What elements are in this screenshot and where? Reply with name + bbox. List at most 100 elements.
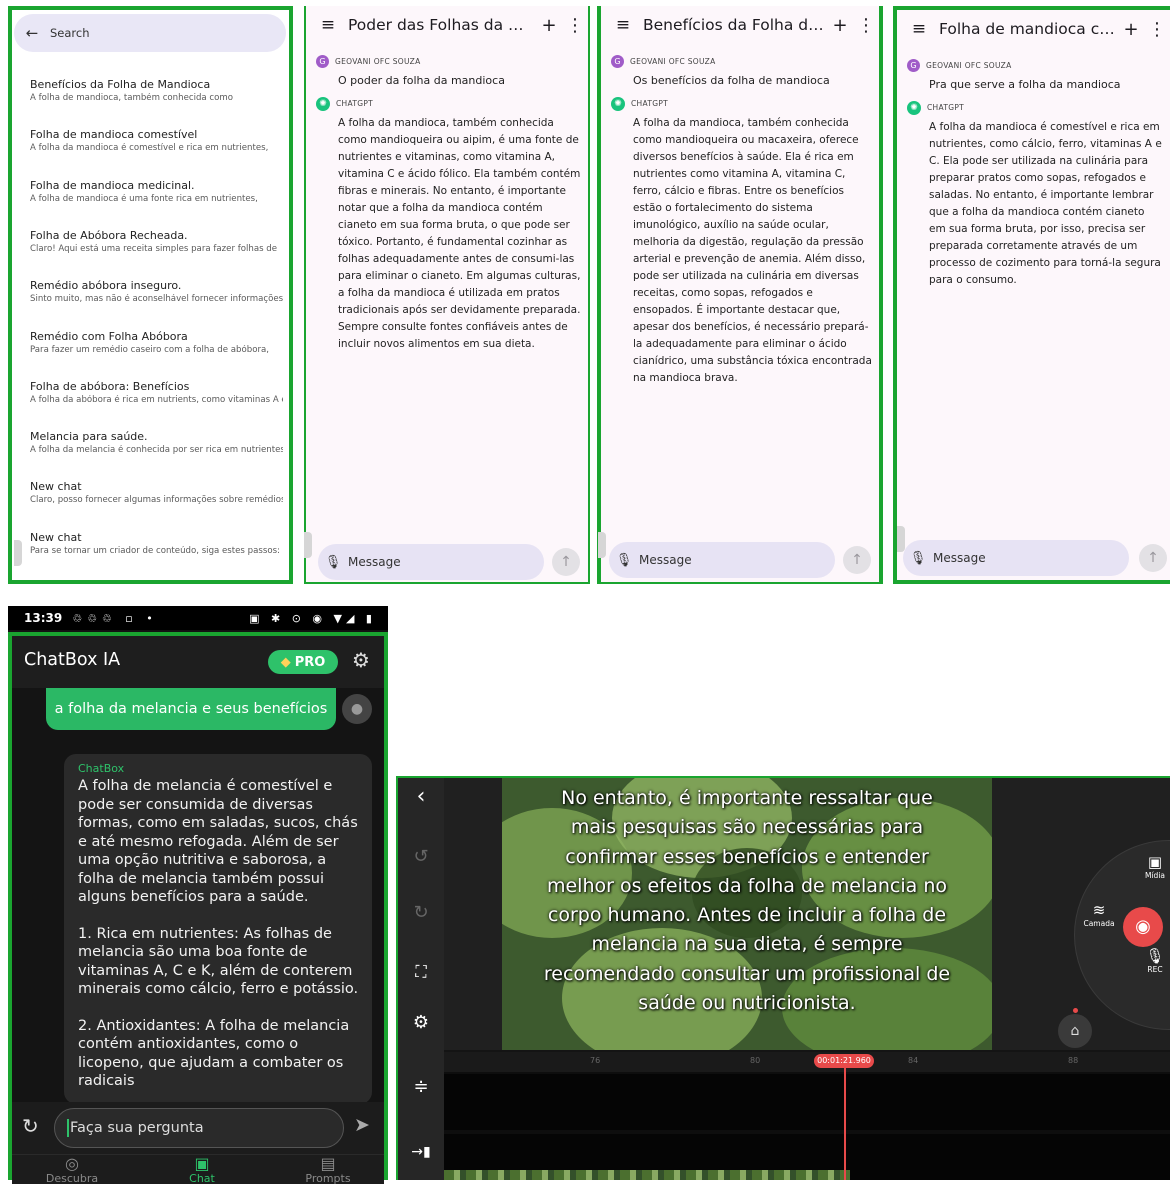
nav-chat[interactable]: ▣ Chat [172,1155,232,1185]
history-item-title: Folha de abóbora: Benefícios [30,379,190,393]
chatgpt-logo-icon: ✺ [316,96,330,111]
menu-icon[interactable]: ≡ [905,19,933,39]
message-input[interactable]: 🎙 Message [609,542,835,578]
history-item[interactable]: New chat Claro, posso fornecer algumas in… [30,480,283,505]
edge-handle-3[interactable] [598,532,606,558]
more-options-icon[interactable]: ⋮ [1144,19,1170,40]
rec-button[interactable]: 🎙 REC [1135,947,1170,974]
history-item-preview: A folha de mandioca, também conhecida co… [30,93,234,103]
edge-handle-4[interactable] [897,526,905,552]
new-chat-plus-icon[interactable]: + [1118,19,1144,40]
media-icon: ▣ [1147,853,1163,871]
history-item[interactable]: Melancia para saúde. A folha da melancia … [30,430,283,455]
settings-gear-icon[interactable]: ⚙ [398,1012,444,1033]
redo-icon[interactable]: ↻ [398,902,444,923]
microphone-icon[interactable]: 🎙 [318,555,348,570]
layer-label: Camada [1083,919,1115,928]
nav-chat-label: Chat [189,1172,215,1185]
assistant-message-text: A folha da mandioca, também conhecida co… [633,117,872,384]
ruler-label: 84 [908,1056,919,1065]
assistant-message-text: A folha da mandioca, também conhecida co… [338,117,581,350]
timecode-badge: 00:01:21.960 [814,1054,874,1068]
layer-button[interactable]: ≋ Camada [1077,901,1121,928]
assistant-message: ✺ CHATGPT A folha da mandioca, também con… [316,93,582,353]
ruler-label: 76 [590,1056,601,1065]
history-item[interactable]: Folha de mandioca medicinal. A folha de m… [30,179,283,204]
notification-icons: ♲♲♲ ▫ • [72,611,158,625]
message-input[interactable]: 🎙 Message [903,540,1129,576]
search-bar[interactable]: ← Search [14,14,286,52]
history-item[interactable]: Benefícios da Folha de Mandioca A folha d… [30,78,283,103]
jump-to-end-icon[interactable]: →▮ [398,1144,444,1160]
history-item-title: Remédio com Folha Abóbora [30,329,188,343]
undo-icon[interactable]: ↺ [398,846,444,867]
assistant-name: CHATGPT [631,99,669,108]
history-item-preview: A folha da abóbora é rica em nutrients, … [30,394,283,405]
send-button[interactable]: ↑ [1139,544,1167,572]
playhead[interactable] [844,1068,846,1180]
user-message: G GEOVANI OFC SOUZA O poder da folha da m… [316,51,582,87]
history-item[interactable]: Aum. seguidores no Instagram [30,581,283,584]
chat-title: Folha de mandioca com... [939,20,1118,38]
history-item-title: Remédio abóbora inseguro. [30,279,182,293]
record-button[interactable]: ◉ [1123,907,1163,947]
menu-icon[interactable]: ≡ [314,15,342,35]
video-track[interactable] [444,1074,1170,1130]
ruler-label: 88 [1068,1056,1079,1065]
compass-icon: ◎ [65,1154,79,1173]
back-arrow-icon[interactable]: ← [14,24,50,42]
assistant-message: ✺ CHATGPT A folha da mandioca, também con… [611,93,873,387]
chat-bubble-icon: ▣ [194,1154,210,1173]
send-button[interactable]: ↑ [552,548,580,576]
chatbox-app: 13:39 ♲♲♲ ▫ • ▣ ✱ ⊙ ◉ ▼◢ ▮ ChatBox IA ◆ P… [8,606,388,1185]
history-item[interactable]: Remédio abóbora inseguro. Sinto muito, ma… [30,279,283,304]
back-chevron-icon[interactable]: ‹ [398,784,444,809]
history-item[interactable]: Folha de abóbora: Benefícios A folha da a… [30,380,283,405]
new-chat-plus-icon[interactable]: + [536,15,562,36]
video-preview: No entanto, é importante ressaltar que m… [502,778,992,1050]
split-tracks-icon[interactable]: ≑ [398,1076,444,1097]
bot-paragraph-2: 1. Rica em nutrientes: As folhas de mela… [78,925,359,998]
clip-thumbnail-strip[interactable] [444,1170,850,1180]
more-options-icon[interactable]: ⋮ [853,15,879,36]
user-message: G GEOVANI OFC SOUZA Pra que serve a folha… [907,55,1164,91]
refresh-icon[interactable]: ↻ [22,1114,39,1138]
history-item[interactable]: Folha de Abóbora Recheada. Claro! Aqui es… [30,229,283,254]
new-chat-plus-icon[interactable]: + [827,15,853,36]
store-button[interactable]: ⌂ [1058,1014,1092,1048]
bot-name: ChatBox [78,762,125,775]
nav-prompts-label: Prompts [305,1172,351,1185]
media-button[interactable]: ▣ Mídia [1135,853,1170,880]
nav-prompts[interactable]: ▤ Prompts [298,1155,358,1185]
history-item-title: Aum. seguidores no Instagram [30,581,283,584]
user-message-text: Pra que serve a folha da mandioca [929,78,1121,91]
more-options-icon[interactable]: ⋮ [562,15,588,36]
pro-badge[interactable]: ◆ PRO [268,650,338,674]
microphone-icon[interactable]: 🎙 [903,551,933,566]
send-plane-icon[interactable]: ➤ [354,1114,370,1136]
send-button[interactable]: ↑ [843,546,871,574]
history-item[interactable]: Folha de mandioca comestível A folha da m… [30,128,283,153]
bot-bubble: ChatBox A folha de melancia é comestível… [64,754,372,1104]
history-item-preview: Claro! Aqui está uma receita simples par… [30,243,278,254]
settings-gear-icon[interactable]: ⚙ [352,648,370,672]
fullscreen-icon[interactable]: ⛶ [398,962,444,982]
history-item-title: Benefícios da Folha de Mandioca [30,78,211,91]
chat-title: Poder das Folhas da Ma... [348,16,536,34]
question-input[interactable]: Faça sua pergunta [54,1108,344,1148]
nav-discover[interactable]: ◎ Descubra [42,1155,102,1185]
message-placeholder: Message [348,555,401,569]
menu-icon[interactable]: ≡ [609,15,637,35]
timeline: 76 80 84 88 00:01:21.960 [444,1052,1170,1180]
chat-header: ≡ Poder das Folhas da Ma... + ⋮ [306,6,588,44]
microphone-icon[interactable]: 🎙 [609,553,639,568]
message-placeholder: Message [639,553,692,567]
user-name: GEOVANI OFC SOUZA [335,57,421,66]
message-input[interactable]: 🎙 Message [318,544,544,580]
history-item[interactable]: New chat Para se tornar um criador de con… [30,531,283,556]
edge-handle-1[interactable] [14,540,22,566]
history-item[interactable]: Remédio com Folha Abóbora Para fazer um r… [30,330,283,355]
chatgpt-logo-icon: ✺ [907,100,921,115]
edge-handle-2[interactable] [304,532,312,558]
history-item-preview: Sinto muito, mas não é aconselhável forn… [30,294,283,305]
